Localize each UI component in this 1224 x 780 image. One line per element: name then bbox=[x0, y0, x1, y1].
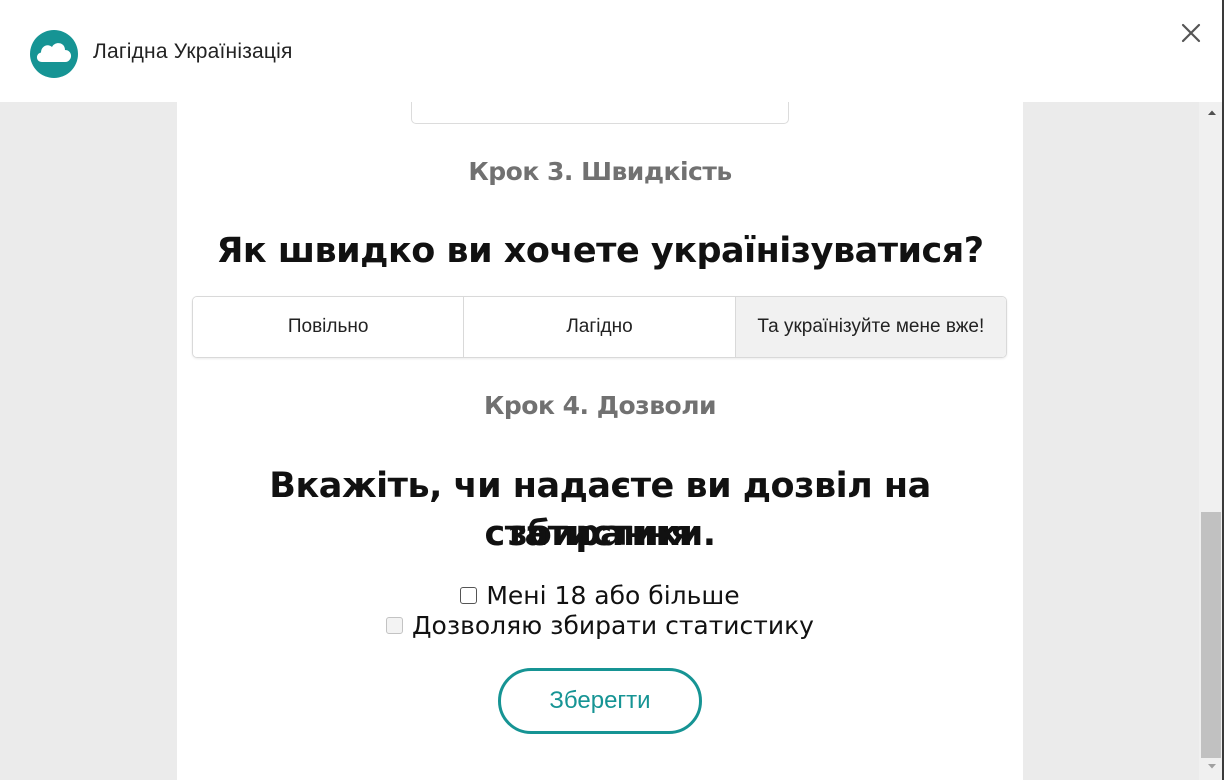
app-title: Лагідна Українізація bbox=[93, 40, 293, 63]
close-button[interactable] bbox=[1176, 18, 1206, 48]
previous-step-card bbox=[411, 102, 789, 124]
permissions-list: Мені 18 або більше Дозволяю збирати стат… bbox=[177, 580, 1023, 640]
age-checkbox[interactable] bbox=[460, 586, 478, 604]
stats-checkbox[interactable] bbox=[386, 616, 404, 634]
vertical-scrollbar[interactable] bbox=[1199, 102, 1224, 780]
cloud-icon bbox=[36, 43, 72, 62]
settings-panel: Крок 3. Швидкість Як швидко ви хочете ук… bbox=[177, 102, 1023, 780]
title-bar: Лагідна Українізація bbox=[0, 0, 1224, 102]
stats-checkbox-label: Дозволяю збирати статистику bbox=[412, 610, 814, 640]
scroll-viewport: Крок 3. Швидкість Як швидко ви хочете ук… bbox=[0, 102, 1224, 780]
scroll-up-icon bbox=[1207, 110, 1216, 115]
scroll-thumb[interactable] bbox=[1201, 512, 1221, 758]
step3-question: Як швидко ви хочете українізуватися? bbox=[216, 231, 984, 271]
app-logo bbox=[30, 30, 78, 78]
checkbox-row-stats: Дозволяю збирати статистику bbox=[177, 610, 1023, 640]
age-checkbox-label: Мені 18 або більше bbox=[486, 580, 740, 610]
speed-option-slow[interactable]: Повільно bbox=[193, 297, 465, 357]
speed-option-fast[interactable]: Та українізуйте мене вже! bbox=[735, 297, 1006, 357]
scroll-up-button[interactable] bbox=[1199, 102, 1224, 124]
checkbox-row-age: Мені 18 або більше bbox=[177, 580, 1023, 610]
scroll-down-icon bbox=[1207, 764, 1216, 769]
speed-option-gentle[interactable]: Лагідно bbox=[464, 297, 736, 357]
save-button[interactable]: Зберегти bbox=[498, 668, 702, 734]
step3-label: Крок 3. Швидкість bbox=[468, 157, 732, 186]
scroll-down-button[interactable] bbox=[1199, 755, 1224, 777]
step4-question-line2: статистики. bbox=[484, 514, 716, 554]
step4-label: Крок 4. Дозволи bbox=[483, 391, 717, 420]
speed-selector: Повільно Лагідно Та українізуйте мене вж… bbox=[192, 296, 1007, 358]
close-icon bbox=[1181, 23, 1201, 43]
